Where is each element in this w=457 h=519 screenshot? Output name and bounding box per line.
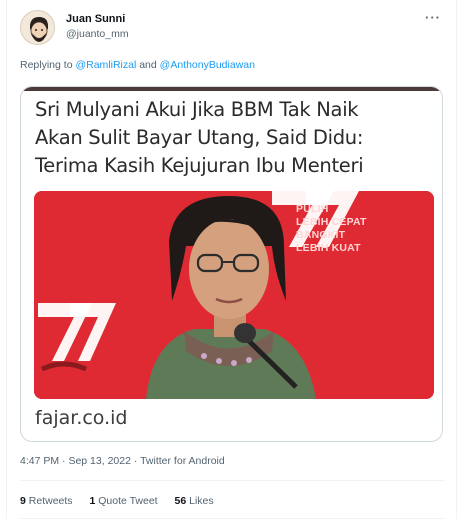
mention-anthonybudiawan[interactable]: @AnthonyBudiawan — [160, 59, 255, 71]
tweet-time[interactable]: 4:47 PM — [20, 455, 59, 467]
retweets-label: Retweets — [28, 495, 73, 507]
replying-conj: and — [136, 59, 160, 71]
article-headline[interactable]: Sri Mulyani Akui Jika BBM Tak Naik Akan … — [35, 96, 435, 180]
article-photo[interactable]: PULIH LEBIH CEPAT BANGKIT LEBIH KUAT — [34, 191, 434, 399]
tweet-meta: 4:47 PM · Sep 13, 2022 · Twitter for And… — [20, 455, 225, 467]
article-domain[interactable]: fajar.co.id — [35, 407, 127, 429]
tweet-header: Juan Sunni @juanto_mm ··· — [20, 10, 445, 50]
replying-prefix: Replying to — [20, 59, 76, 71]
replying-to: Replying to @RamliRizal and @AnthonyBudi… — [20, 59, 255, 71]
tweet-stats: 9 Retweets 1 Quote Tweet 56 Likes — [20, 495, 228, 507]
mention-ramlirizal[interactable]: @RamliRizal — [75, 59, 136, 71]
article-photo-image — [34, 191, 434, 399]
meta-separator: · — [130, 455, 141, 467]
divider — [20, 480, 445, 481]
overlay-line-1: PULIH — [296, 203, 329, 215]
more-dots-icon[interactable]: ··· — [425, 10, 441, 25]
avatar[interactable] — [20, 10, 55, 45]
overlay-line-3: BANGKIT — [296, 229, 346, 241]
likes-count: 56 — [174, 495, 187, 507]
retweets-stat[interactable]: 9 Retweets — [20, 495, 73, 507]
photo-overlay-text: PULIH LEBIH CEPAT BANGKIT LEBIH KUAT — [296, 203, 367, 255]
card-top-bar — [21, 87, 442, 91]
retweets-count: 9 — [20, 495, 26, 507]
quote-tweets-stat[interactable]: 1 Quote Tweet — [89, 495, 157, 507]
likes-label: Likes — [189, 495, 214, 507]
author-name[interactable]: Juan Sunni — [66, 13, 125, 25]
overlay-line-4: LEBIH KUAT — [296, 242, 361, 254]
quotes-label: Quote Tweet — [98, 495, 158, 507]
cartoon-face-avatar-icon — [21, 11, 54, 44]
quotes-count: 1 — [89, 495, 96, 507]
author-handle[interactable]: @juanto_mm — [66, 28, 129, 40]
likes-stat[interactable]: 56 Likes — [175, 495, 214, 507]
tweet-source[interactable]: Twitter for Android — [140, 455, 225, 467]
tweet-date[interactable]: Sep 13, 2022 — [68, 455, 130, 467]
overlay-line-2: LEBIH CEPAT — [296, 216, 367, 228]
link-preview-card[interactable]: Sri Mulyani Akui Jika BBM Tak Naik Akan … — [20, 86, 443, 442]
